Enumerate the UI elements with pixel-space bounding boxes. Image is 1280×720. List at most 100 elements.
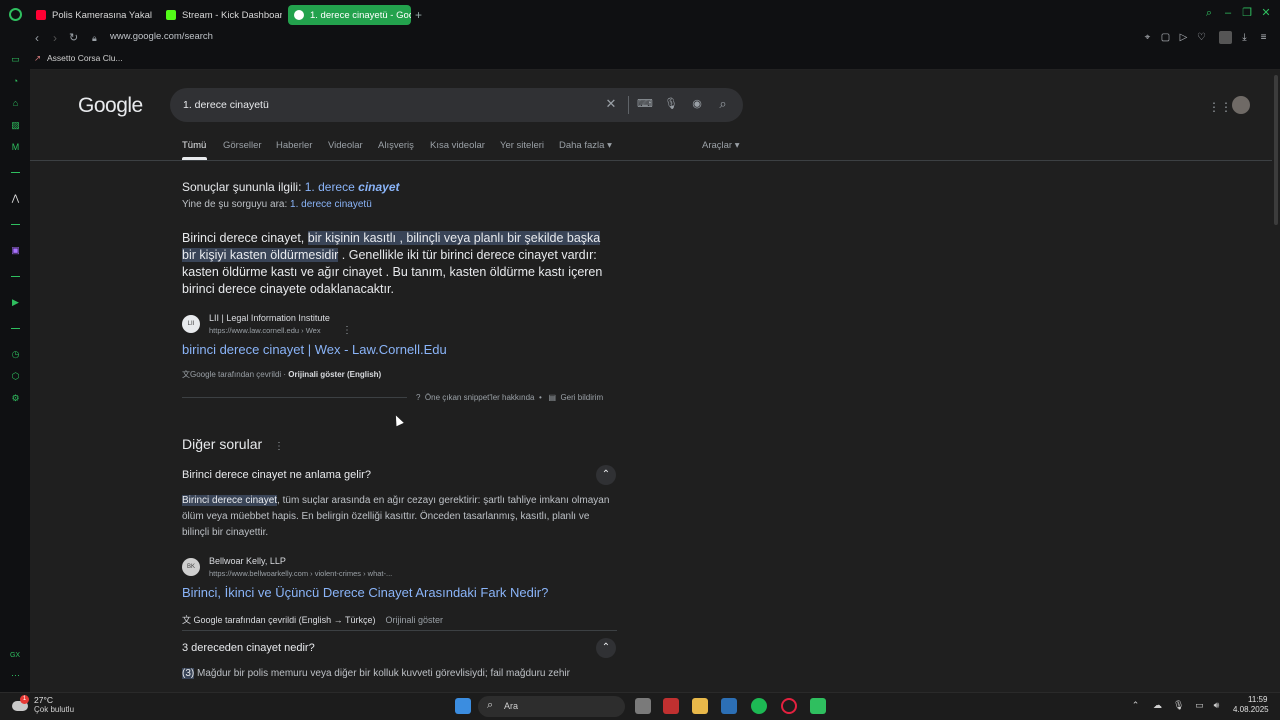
tab-short-videos[interactable]: Kısa videolar (430, 140, 485, 151)
sidebar-settings-icon[interactable]: ⚙ (10, 393, 21, 404)
onedrive-icon[interactable]: ☁ (1152, 700, 1163, 711)
file-explorer-icon[interactable] (692, 698, 708, 714)
source-name[interactable]: LII | Legal Information Institute (209, 313, 330, 323)
volume-icon[interactable]: 🔊︎ (1211, 700, 1222, 711)
reload-icon[interactable]: ↻ (69, 31, 78, 45)
forward-icon[interactable]: › (53, 31, 57, 45)
youtube-icon (36, 10, 46, 20)
weather-condition[interactable]: Çok bulutlu (34, 705, 74, 714)
header-divider (30, 160, 1272, 161)
tab-kick[interactable]: Stream - Kick Dashboard (160, 5, 282, 25)
task-view-icon[interactable] (635, 698, 651, 714)
source-name[interactable]: Bellwoar Kelly, LLP (209, 556, 286, 566)
result-title-link[interactable]: Birinci, İkinci ve Üçüncü Derece Cinayet… (182, 585, 548, 600)
bookmark-assetto[interactable]: ↗ Assetto Corsa Clu... (34, 53, 123, 63)
avatar[interactable] (1232, 96, 1250, 114)
app-icon[interactable] (663, 698, 679, 714)
search-tabs-icon[interactable]: ⌕ (1203, 7, 1215, 19)
paa-question[interactable]: 3 dereceden cinayet nedir? (182, 642, 315, 654)
new-tab-button[interactable]: + (415, 8, 422, 22)
bookmark-favicon-icon: ↗ (34, 53, 42, 63)
sidebar-m-icon[interactable]: M (10, 142, 21, 153)
tab-news[interactable]: Haberler (276, 140, 312, 151)
display-icon[interactable]: ▭ (1194, 700, 1205, 711)
download-icon[interactable]: ⤓ (1238, 31, 1251, 44)
source-favicon[interactable]: BK (182, 558, 200, 576)
about-snippets-link[interactable]: Öne çıkan snippet'ler hakkında (425, 393, 535, 402)
clock-time[interactable]: 11:59 (1248, 695, 1267, 704)
feedback-link[interactable]: Geri bildirim (560, 393, 603, 402)
tab-images[interactable]: Görseller (223, 140, 262, 151)
lens-icon[interactable]: ◉ (690, 97, 704, 111)
sidebar-kick-icon[interactable]: ⋀ (10, 193, 21, 204)
mic-tray-icon[interactable]: 🎙︎ (1173, 700, 1184, 711)
sidebar-extensions-icon[interactable]: ⬡ (10, 371, 21, 382)
tab-places[interactable]: Yer siteleri (500, 140, 544, 151)
spotify-icon[interactable] (751, 698, 767, 714)
alt-prefix: Yine de şu sorguyu ara: (182, 199, 288, 210)
sidebar-store-icon[interactable]: ⌂ (10, 98, 21, 109)
tab-videos[interactable]: Videolar (328, 140, 363, 151)
sidebar-history-icon[interactable]: ◷ (10, 349, 21, 360)
source-url[interactable]: https://www.bellwoarkelly.com › violent-… (209, 569, 392, 578)
google-logo[interactable]: Google (78, 94, 143, 118)
snapshot-icon[interactable]: ⌖ (1141, 31, 1154, 44)
microphone-icon[interactable]: 🎙︎ (664, 97, 678, 111)
taskbar-search[interactable]: ⌕ Ara (478, 696, 625, 717)
featured-snippet-text: Birinci derece cinayet, bir kişinin kası… (182, 230, 612, 298)
source-favicon[interactable]: LII (182, 315, 200, 333)
corrected-query-link[interactable]: 1. derece cinayet (305, 180, 400, 194)
more-options-icon[interactable]: ⋮ (342, 325, 352, 336)
maximize-icon[interactable]: ❐ (1241, 7, 1253, 19)
original-query-link[interactable]: 1. derece cinayetü (290, 199, 372, 210)
tray-overflow-icon[interactable]: ⌃ (1130, 700, 1141, 711)
tab-more[interactable]: Daha fazla ▾ (559, 140, 612, 151)
tools-button[interactable]: Araçlar ▾ (702, 140, 740, 151)
store-icon[interactable] (721, 698, 737, 714)
show-original-link[interactable]: Orijinali göster (385, 615, 443, 625)
weather-temp[interactable]: 27°C (34, 695, 53, 705)
sidebar-news-icon[interactable]: ▭ (10, 54, 21, 65)
clear-icon[interactable]: ✕ (604, 97, 618, 111)
scrollbar[interactable] (1272, 70, 1280, 692)
tab-polis[interactable]: Polis Kamerasına Yakalan (30, 5, 152, 25)
opera-gx-icon[interactable] (781, 698, 797, 714)
clock-date[interactable]: 4.08.2025 (1233, 705, 1269, 714)
tab-shopping[interactable]: Alışveriş (378, 140, 414, 151)
close-window-icon[interactable]: ✕ (1260, 7, 1272, 19)
spell-prefix: Sonuçlar şununla ilgili: (182, 180, 302, 194)
tab-google-active[interactable]: 1. derece cinayetü - Goog (288, 5, 411, 25)
player-icon[interactable]: ▷ (1177, 31, 1190, 44)
sidebar-twitch-icon[interactable]: ▣ (10, 245, 21, 256)
url-field[interactable]: www.google.com/search (110, 31, 213, 42)
opera-gx-logo-icon[interactable] (9, 8, 22, 21)
search-box[interactable]: 1. derece cinayetü ✕ ⌨ 🎙︎ ◉ ⌕ (170, 88, 743, 122)
result-title-link[interactable]: birinci derece cinayet | Wex - Law.Corne… (182, 342, 447, 357)
sidebar-speed-icon[interactable]: ◔ (10, 76, 21, 87)
minimize-icon[interactable]: – (1222, 7, 1234, 19)
sidebar-more-icon[interactable]: ⋯ (10, 670, 21, 681)
chevron-up-icon[interactable]: ⌃ (596, 465, 616, 485)
heart-icon[interactable]: ♡ (1195, 31, 1208, 44)
profile-icon[interactable] (1219, 31, 1232, 44)
search-input[interactable]: 1. derece cinayetü (183, 99, 269, 111)
more-options-icon[interactable]: ⋮ (274, 441, 284, 452)
scrollbar-thumb[interactable] (1274, 75, 1278, 225)
source-url[interactable]: https://www.law.cornell.edu › Wex (209, 326, 321, 335)
chat-app-icon[interactable] (810, 698, 826, 714)
windows-start-icon[interactable] (455, 698, 471, 714)
tools-label: Araçlar (702, 140, 733, 151)
show-original-link[interactable]: Orijinali göster (English) (288, 370, 381, 379)
weather-widget[interactable]: 1 (12, 695, 30, 715)
paa-question[interactable]: Birinci derece cinayet ne anlama gelir? (182, 469, 371, 481)
keyboard-icon[interactable]: ⌨ (637, 97, 653, 111)
back-icon[interactable]: ‹ (35, 31, 39, 45)
sidebar-player-icon[interactable]: ▶ (10, 297, 21, 308)
sidebar-twitch-alt-icon[interactable]: ▨ (10, 120, 21, 131)
tab-all[interactable]: Tümü (182, 140, 206, 151)
bookmark-icon[interactable]: ▢ (1159, 31, 1172, 44)
chevron-up-icon[interactable]: ⌃ (596, 638, 616, 658)
search-icon[interactable]: ⌕ (716, 97, 730, 111)
sidebar-gx-icon[interactable]: GX (8, 650, 22, 661)
menu-icon[interactable]: ≡ (1257, 31, 1270, 44)
